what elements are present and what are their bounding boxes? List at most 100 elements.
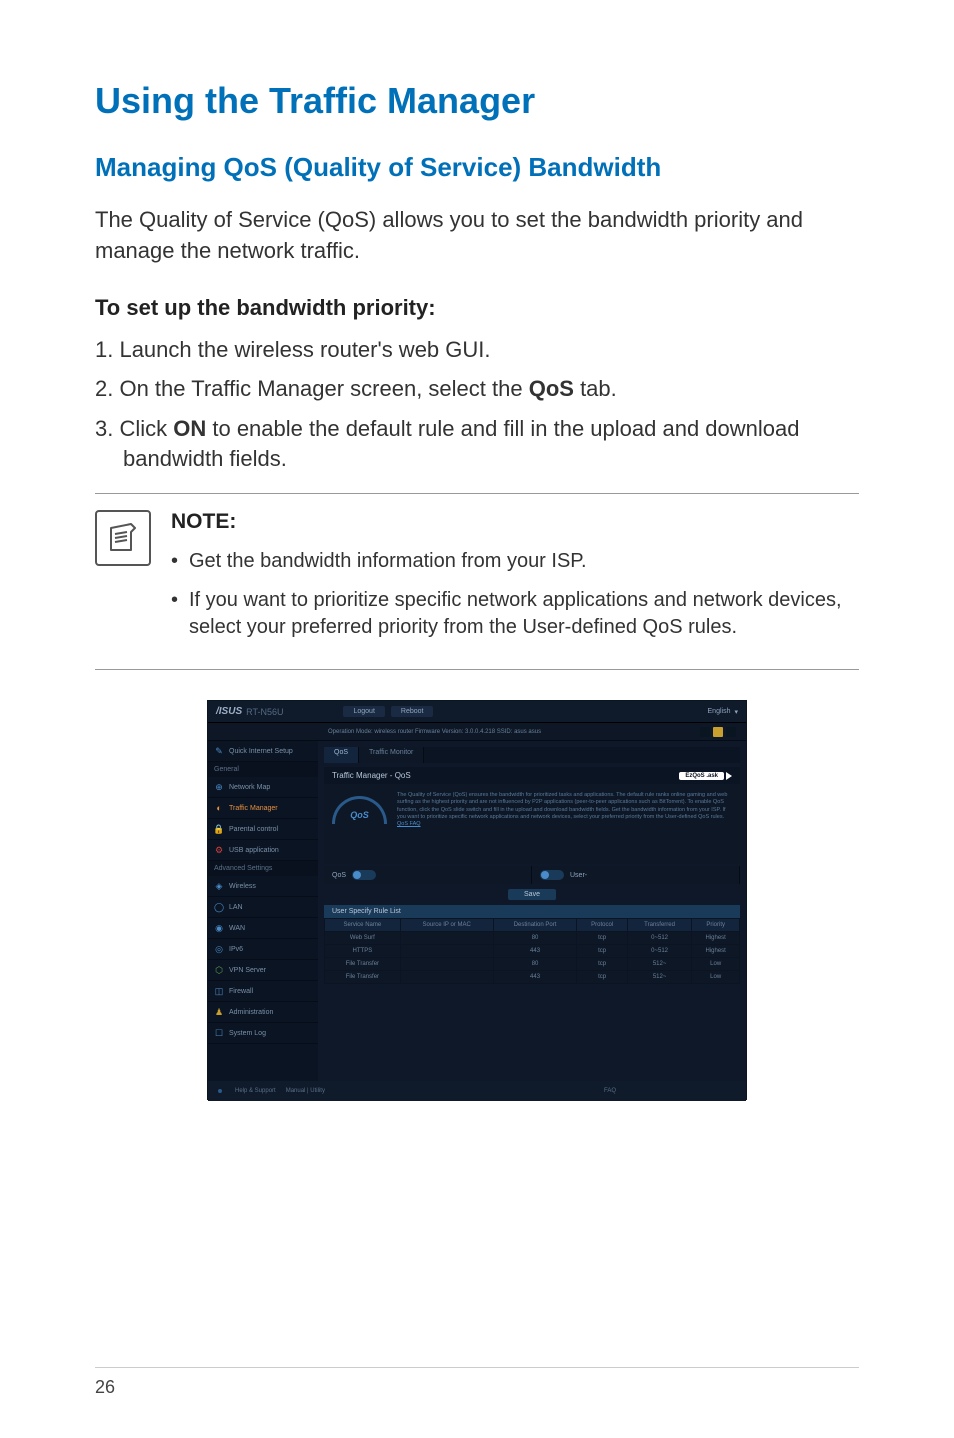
sidebar-item-label: Administration: [229, 1009, 273, 1016]
sidebar-item-label: LAN: [229, 904, 243, 911]
sidebar-item-label: IPv6: [229, 946, 243, 953]
step-3: 3. Click ON to enable the default rule a…: [95, 414, 859, 473]
table-row: File Transfer 80 tcp 512~ Low: [325, 958, 740, 971]
tab-row: QoS Traffic Monitor: [324, 747, 740, 763]
sidebar-item-lan[interactable]: ◯ LAN: [208, 897, 318, 918]
table-row: File Transfer 443 tcp 512~ Low: [325, 971, 740, 984]
sidebar-item-network-map[interactable]: ⊕ Network Map: [208, 777, 318, 798]
sidebar-item-label: VPN Server: [229, 967, 266, 974]
steps-list: 1. Launch the wireless router's web GUI.…: [95, 335, 859, 474]
gui-info-row: Operation Mode: wireless router Firmware…: [208, 723, 746, 741]
qos-toggle-control[interactable]: QoS: [324, 866, 532, 884]
reboot-button[interactable]: Reboot: [391, 706, 434, 717]
sidebar-item-wan[interactable]: ◉ WAN: [208, 918, 318, 939]
col-priority: Priority: [692, 919, 740, 932]
wan-icon: ◉: [214, 923, 224, 933]
wifi-icon: ◈: [214, 881, 224, 891]
table-row: HTTPS 443 tcp 0~512 Highest: [325, 945, 740, 958]
controls-row: QoS User-: [324, 866, 740, 884]
status-icon: [726, 727, 736, 737]
col-dest: Destination Port: [493, 919, 577, 932]
sidebar-item-firewall[interactable]: ◫ Firewall: [208, 981, 318, 1002]
lan-icon: ◯: [214, 902, 224, 912]
wand-icon: ✎: [214, 746, 224, 756]
note-icon: [95, 510, 151, 566]
sidebar-item-syslog[interactable]: ☐ System Log: [208, 1023, 318, 1044]
save-row: Save: [324, 884, 740, 905]
sidebar-item-wireless[interactable]: ◈ Wireless: [208, 876, 318, 897]
col-protocol: Protocol: [577, 919, 627, 932]
table-row: Web Surf 80 tcp 0~512 Highest: [325, 932, 740, 945]
sidebar-item-ipv6[interactable]: ◎ IPv6: [208, 939, 318, 960]
arrow-right-icon: [726, 772, 732, 780]
page-title: Using the Traffic Manager: [95, 80, 859, 122]
save-button[interactable]: Save: [508, 889, 556, 900]
sidebar-section-general: General: [208, 762, 318, 777]
ipv6-icon: ◎: [214, 944, 224, 954]
sidebar-item-parental[interactable]: 🔒 Parental control: [208, 819, 318, 840]
toggle-switch[interactable]: [352, 870, 376, 880]
user-icon: ♟: [214, 1007, 224, 1017]
notepad-icon: [105, 520, 141, 556]
note-item-1: Get the bandwidth information from your …: [171, 548, 859, 575]
intro-text: The Quality of Service (QoS) allows you …: [95, 205, 859, 267]
footer-manual[interactable]: Manual | Utility: [286, 1088, 325, 1094]
step-2: 2. On the Traffic Manager screen, select…: [95, 374, 859, 404]
panel-title: Traffic Manager - QoS: [332, 771, 411, 780]
note-label: NOTE:: [171, 510, 859, 534]
note-content: NOTE: Get the bandwidth information from…: [171, 510, 859, 653]
sidebar-item-usb[interactable]: ⚙ USB application: [208, 840, 318, 861]
screenshot-container: /ISUS RT-N56U Logout Reboot English ▾ Op…: [95, 700, 859, 1100]
info-text: Operation Mode: wireless router Firmware…: [328, 729, 541, 735]
tab-traffic-monitor[interactable]: Traffic Monitor: [359, 747, 424, 763]
gui-sidebar: ✎ Quick Internet Setup General ⊕ Network…: [208, 741, 318, 1081]
user-rule-control[interactable]: User-: [532, 866, 740, 884]
sidebar-item-label: Traffic Manager: [229, 805, 278, 812]
sidebar-item-label: Parental control: [229, 826, 278, 833]
qos-gauge-icon: QoS: [332, 796, 387, 851]
page-subtitle: Managing QoS (Quality of Service) Bandwi…: [95, 152, 859, 183]
sidebar-item-vpn[interactable]: ⬡ VPN Server: [208, 960, 318, 981]
logout-button[interactable]: Logout: [343, 706, 384, 717]
log-icon: ☐: [214, 1028, 224, 1038]
sidebar-item-label: System Log: [229, 1030, 266, 1037]
rules-table: Service Name Source IP or MAC Destinatio…: [324, 918, 740, 984]
gui-main: QoS Traffic Monitor Traffic Manager - Qo…: [318, 741, 746, 1081]
gui-footer: Help & Support Manual | Utility FAQ: [208, 1081, 746, 1101]
status-icon: [700, 727, 710, 737]
footer-help: Help & Support: [235, 1088, 276, 1094]
sidebar-item-label: Wireless: [229, 883, 256, 890]
qos-faq-link[interactable]: QoS FAQ: [397, 821, 421, 827]
step-1: 1. Launch the wireless router's web GUI.: [95, 335, 859, 365]
rules-header: User Specify Rule List: [324, 905, 740, 918]
toggle-switch[interactable]: [540, 870, 564, 880]
sidebar-item-label: WAN: [229, 925, 245, 932]
gui-header: /ISUS RT-N56U Logout Reboot English ▾: [208, 701, 746, 723]
shield-icon: ◫: [214, 986, 224, 996]
tab-qos[interactable]: QoS: [324, 747, 359, 763]
chevron-down-icon: ▾: [734, 708, 738, 716]
page-number: 26: [95, 1377, 115, 1398]
router-gui-screenshot: /ISUS RT-N56U Logout Reboot English ▾ Op…: [207, 700, 747, 1100]
col-service: Service Name: [325, 919, 401, 932]
note-box: NOTE: Get the bandwidth information from…: [95, 493, 859, 670]
gauge-icon: ◐: [214, 803, 224, 813]
lock-icon: 🔒: [214, 824, 224, 834]
note-item-2: If you want to prioritize specific netwo…: [171, 587, 859, 641]
sidebar-item-admin[interactable]: ♟ Administration: [208, 1002, 318, 1023]
description-text: The Quality of Service (QoS) ensures the…: [397, 792, 732, 856]
usb-icon: ⚙: [214, 845, 224, 855]
ezqos-badge[interactable]: EzQoS .ask: [679, 772, 732, 780]
sidebar-section-advanced: Advanced Settings: [208, 861, 318, 876]
brand-logo: /ISUS: [216, 706, 242, 717]
orb-icon: [218, 1089, 222, 1093]
footer-faq[interactable]: FAQ: [604, 1088, 616, 1094]
sidebar-item-quick-setup[interactable]: ✎ Quick Internet Setup: [208, 741, 318, 762]
sidebar-item-label: Network Map: [229, 784, 270, 791]
sidebar-item-label: USB application: [229, 847, 279, 854]
vpn-icon: ⬡: [214, 965, 224, 975]
table-header-row: Service Name Source IP or MAC Destinatio…: [325, 919, 740, 932]
footer-divider: [95, 1367, 859, 1368]
language-selector[interactable]: English ▾: [708, 708, 738, 716]
sidebar-item-traffic-manager[interactable]: ◐ Traffic Manager: [208, 798, 318, 819]
